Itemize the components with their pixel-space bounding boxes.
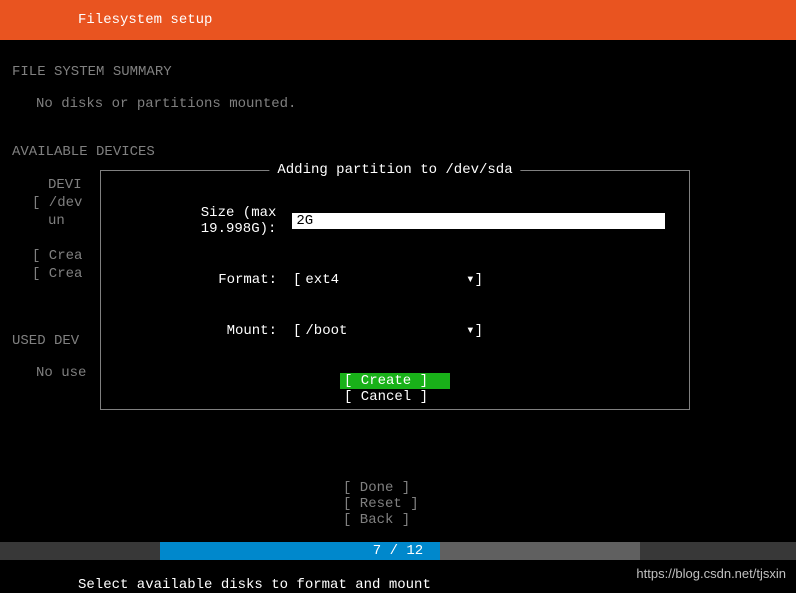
format-value: ext4: [301, 272, 466, 288]
size-row: Size (max 19.998G):: [125, 205, 665, 237]
progress-bar: 7 / 12: [0, 542, 796, 560]
page-title: Filesystem setup: [78, 12, 212, 28]
size-label: Size (max 19.998G):: [125, 205, 292, 237]
dialog-buttons: [ Create ] [ Cancel ]: [125, 373, 665, 405]
mount-dropdown[interactable]: [ /boot ▾ ]: [293, 322, 483, 339]
cancel-button[interactable]: [ Cancel ]: [340, 389, 450, 405]
footer-hint: Select available disks to format and mou…: [78, 577, 431, 593]
bottom-buttons: [ Done ] [ Reset ] [ Back ]: [0, 480, 796, 528]
mount-label: Mount:: [125, 323, 293, 339]
format-dropdown[interactable]: [ ext4 ▾ ]: [293, 271, 483, 288]
summary-text: No disks or partitions mounted.: [12, 96, 784, 112]
create-button[interactable]: [ Create ]: [340, 373, 450, 389]
header-bar: Filesystem setup: [0, 0, 796, 40]
partition-dialog: Adding partition to /dev/sda Size (max 1…: [100, 170, 690, 410]
mount-row: Mount: [ /boot ▾ ]: [125, 322, 665, 339]
format-label: Format:: [125, 272, 293, 288]
chevron-down-icon: ▾: [466, 271, 474, 288]
mount-value: /boot: [301, 323, 466, 339]
summary-heading: FILE SYSTEM SUMMARY: [12, 64, 784, 80]
progress-track: [440, 542, 640, 560]
reset-button[interactable]: [ Reset ]: [343, 496, 453, 512]
dialog-title: Adding partition to /dev/sda: [269, 162, 520, 178]
available-heading: AVAILABLE DEVICES: [12, 144, 784, 160]
progress-text: 7 / 12: [373, 542, 423, 560]
size-input[interactable]: [292, 213, 665, 229]
watermark: https://blog.csdn.net/tjsxin: [636, 566, 786, 581]
back-button[interactable]: [ Back ]: [343, 512, 453, 528]
done-button[interactable]: [ Done ]: [343, 480, 453, 496]
chevron-down-icon: ▾: [466, 322, 474, 339]
format-row: Format: [ ext4 ▾ ]: [125, 271, 665, 288]
